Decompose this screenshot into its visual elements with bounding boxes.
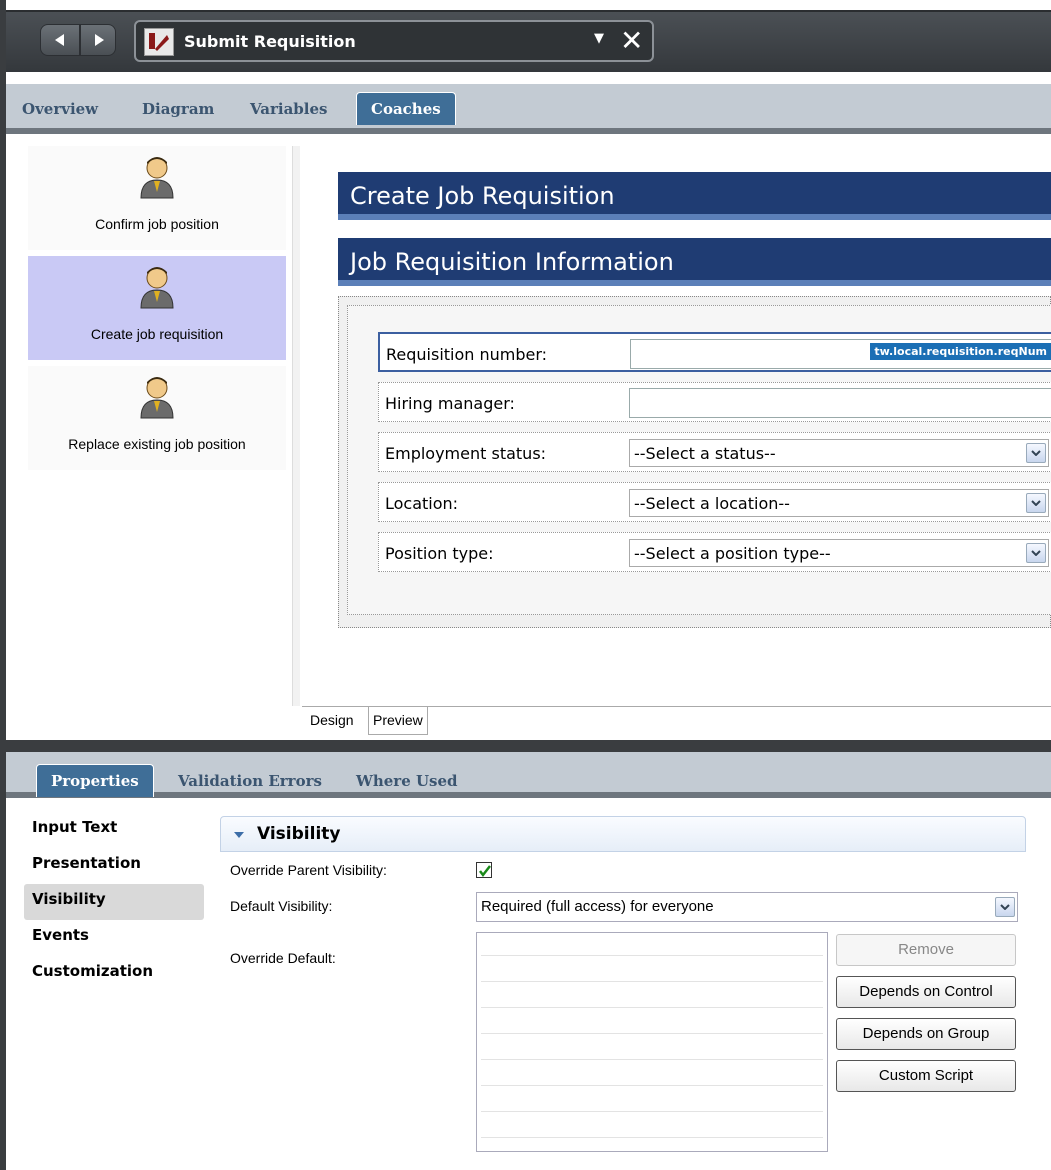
select-value: Required (full access) for everyone xyxy=(481,898,714,915)
coach-list: Confirm job position Create job requisit… xyxy=(24,146,292,736)
document-tab[interactable]: Submit Requisition ▼ ✕ xyxy=(134,20,654,62)
visibility-section-header[interactable]: Visibility xyxy=(220,816,1026,852)
tab-overview[interactable]: Overview xyxy=(22,100,98,118)
coach-design-canvas: Create Job Requisition Job Requisition I… xyxy=(302,146,1051,706)
form-inner: Requisition number: tw.local.requisition… xyxy=(347,305,1051,615)
properties-side-nav: Input Text Presentation Visibility Event… xyxy=(24,812,204,992)
position-type-select[interactable]: --Select a position type-- xyxy=(629,539,1049,567)
coach-label: Create job requisition xyxy=(90,326,224,342)
default-visibility-label: Default Visibility: xyxy=(230,898,333,914)
design-preview-tabs: Design Preview xyxy=(302,706,1051,736)
list-row-divider xyxy=(481,981,823,982)
override-parent-label: Override Parent Visibility: xyxy=(230,862,387,878)
list-row-divider xyxy=(481,1033,823,1034)
field-label: Employment status: xyxy=(385,444,547,463)
tab-diagram[interactable]: Diagram xyxy=(142,100,214,118)
field-label: Hiring manager: xyxy=(385,394,515,413)
side-item-presentation[interactable]: Presentation xyxy=(24,848,204,884)
binding-tag: tw.local.requisition.reqNum xyxy=(870,343,1051,360)
override-default-list[interactable] xyxy=(476,932,828,1152)
coach-item-confirm[interactable]: Confirm job position xyxy=(28,146,286,250)
person-icon xyxy=(140,157,174,199)
coach-label: Replace existing job position xyxy=(68,436,246,452)
side-item-events[interactable]: Events xyxy=(24,920,204,956)
remove-button[interactable]: Remove xyxy=(836,934,1016,966)
field-label: Location: xyxy=(385,494,459,513)
depends-on-control-button[interactable]: Depends on Control xyxy=(836,976,1016,1008)
chevron-down-icon[interactable] xyxy=(1026,543,1046,563)
section-title: Job Requisition Information xyxy=(338,238,1051,286)
list-row-divider xyxy=(481,1007,823,1008)
dropdown-icon[interactable]: ▼ xyxy=(594,31,604,46)
collapse-triangle-icon xyxy=(234,832,244,838)
coach-banner-title: Create Job Requisition xyxy=(338,172,1051,220)
depends-on-group-button[interactable]: Depends on Group xyxy=(836,1018,1016,1050)
tab-where-used[interactable]: Where Used xyxy=(356,772,458,790)
row-employment-status[interactable]: Employment status: --Select a status-- xyxy=(378,432,1051,472)
process-icon xyxy=(144,28,174,56)
person-icon xyxy=(140,377,174,419)
person-icon xyxy=(140,267,174,309)
row-location[interactable]: Location: --Select a location-- xyxy=(378,482,1051,522)
list-row-divider xyxy=(481,955,823,956)
tab-design[interactable]: Design xyxy=(306,707,358,735)
row-requisition-number[interactable]: Requisition number: tw.local.requisition… xyxy=(378,332,1051,372)
title-bar: Submit Requisition ▼ ✕ xyxy=(6,10,1051,72)
select-value: --Select a status-- xyxy=(634,444,776,463)
row-position-type[interactable]: Position type: --Select a position type-… xyxy=(378,532,1051,572)
properties-panel: Properties Validation Errors Where Used … xyxy=(0,752,1051,1170)
checkmark-icon xyxy=(479,865,491,878)
select-value: --Select a location-- xyxy=(634,494,790,513)
location-select[interactable]: --Select a location-- xyxy=(629,489,1049,517)
side-item-customization[interactable]: Customization xyxy=(24,956,204,992)
editor-tabs: Overview Diagram Variables Coaches xyxy=(6,84,1051,134)
side-item-visibility[interactable]: Visibility xyxy=(24,884,204,920)
arrow-left-icon xyxy=(55,34,64,46)
splitter[interactable] xyxy=(292,146,300,706)
list-row-divider xyxy=(481,1085,823,1086)
arrow-right-icon xyxy=(95,34,104,46)
field-label: Requisition number: xyxy=(386,345,548,364)
tab-properties[interactable]: Properties xyxy=(36,764,154,797)
editor-window: Submit Requisition ▼ ✕ Overview Diagram … xyxy=(0,0,1051,740)
default-visibility-select[interactable]: Required (full access) for everyone xyxy=(476,892,1018,922)
chevron-down-icon[interactable] xyxy=(1026,493,1046,513)
form-container: Requisition number: tw.local.requisition… xyxy=(338,296,1051,628)
tab-validation-errors[interactable]: Validation Errors xyxy=(178,772,322,790)
chevron-down-icon[interactable] xyxy=(995,897,1015,917)
custom-script-button[interactable]: Custom Script xyxy=(836,1060,1016,1092)
field-label: Position type: xyxy=(385,544,494,563)
properties-tabs: Properties Validation Errors Where Used xyxy=(6,752,1051,798)
coach-label: Confirm job position xyxy=(95,216,219,232)
tab-preview[interactable]: Preview xyxy=(368,707,428,735)
chevron-down-icon[interactable] xyxy=(1026,443,1046,463)
section-title: Visibility xyxy=(257,824,341,844)
requisition-number-input[interactable]: tw.local.requisition.reqNum xyxy=(630,339,1051,369)
employment-status-select[interactable]: --Select a status-- xyxy=(629,439,1049,467)
coach-item-create[interactable]: Create job requisition xyxy=(28,256,286,360)
close-icon[interactable]: ✕ xyxy=(620,24,643,57)
list-row-divider xyxy=(481,1137,823,1138)
side-item-input-text[interactable]: Input Text xyxy=(24,812,204,848)
forward-button[interactable] xyxy=(80,24,116,56)
tab-variables[interactable]: Variables xyxy=(250,100,327,118)
panel-separator[interactable] xyxy=(0,740,1051,752)
override-parent-checkbox[interactable] xyxy=(476,862,492,878)
tab-coaches[interactable]: Coaches xyxy=(356,92,456,125)
list-row-divider xyxy=(481,1059,823,1060)
coach-item-replace[interactable]: Replace existing job position xyxy=(28,366,286,470)
select-value: --Select a position type-- xyxy=(634,544,831,563)
hiring-manager-input[interactable] xyxy=(629,388,1051,418)
document-title: Submit Requisition xyxy=(184,32,356,51)
back-button[interactable] xyxy=(40,24,80,56)
override-default-label: Override Default: xyxy=(230,950,336,966)
row-hiring-manager[interactable]: Hiring manager: xyxy=(378,382,1051,422)
list-row-divider xyxy=(481,1111,823,1112)
